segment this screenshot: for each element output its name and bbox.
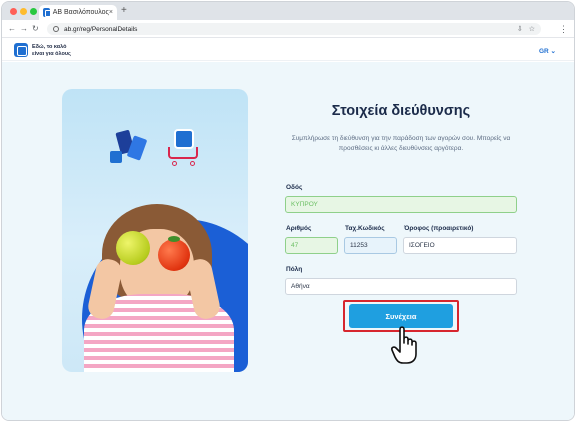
tomato-image bbox=[158, 236, 190, 271]
minimize-window-button[interactable] bbox=[20, 8, 27, 15]
tab-title: AB Βασιλόπουλος bbox=[52, 9, 109, 16]
new-tab-button[interactable]: + bbox=[121, 5, 127, 17]
download-icon[interactable]: ⇩ bbox=[517, 25, 523, 33]
floor-label: Όροφος (προαιρετικό) bbox=[404, 225, 474, 232]
tab-bar: AB Βασιλόπουλος × + bbox=[2, 2, 574, 20]
close-window-button[interactable] bbox=[10, 8, 17, 15]
zip-label: Ταχ.Κωδικός bbox=[345, 225, 385, 232]
street-field[interactable]: ΚΥΠΡΟΥ bbox=[285, 196, 517, 213]
reload-icon[interactable]: ↻ bbox=[32, 23, 39, 35]
language-selector[interactable]: GR ⌄ bbox=[539, 47, 556, 55]
hand-pointer-icon bbox=[391, 326, 417, 364]
site-info-icon[interactable] bbox=[53, 26, 59, 32]
browser-menu-icon[interactable]: ⋮ bbox=[559, 23, 568, 35]
site-favicon-icon bbox=[43, 8, 52, 17]
form-subtitle: Συμπλήρωσε τη διεύθυνση για την παράδοση… bbox=[291, 135, 511, 152]
site-tagline: Εδώ, το καλό είναι για όλους bbox=[32, 44, 92, 57]
site-header: Εδώ, το καλό είναι για όλους GR ⌄ bbox=[2, 39, 574, 61]
floor-field[interactable]: ΙΣΟΓΕΙΟ bbox=[403, 237, 517, 254]
url-text: ab.gr/reg/PersonalDetails bbox=[64, 25, 138, 33]
back-arrow-icon[interactable]: ← bbox=[8, 23, 16, 35]
cart-wheel bbox=[190, 161, 195, 166]
form-title: Στοιχεία διεύθυνσης bbox=[331, 103, 471, 119]
city-field[interactable]: Αθήνα bbox=[285, 278, 517, 295]
bookmark-star-icon[interactable]: ☆ bbox=[529, 25, 535, 33]
number-field[interactable]: 47 bbox=[285, 237, 338, 254]
ab-logo-icon[interactable] bbox=[14, 43, 28, 57]
browser-tab[interactable]: AB Βασιλόπουλος × bbox=[39, 5, 117, 20]
url-field[interactable]: ab.gr/reg/PersonalDetails ⇩ ☆ bbox=[47, 23, 541, 35]
maximize-window-button[interactable] bbox=[30, 8, 37, 15]
tab-close-icon[interactable]: × bbox=[109, 9, 113, 16]
shopping-cart-icon bbox=[166, 129, 202, 167]
cart-basket bbox=[168, 147, 198, 159]
address-bar: ← → ↻ ab.gr/reg/PersonalDetails ⇩ ☆ ⋮ bbox=[2, 20, 574, 38]
zip-field[interactable]: 11253 bbox=[344, 237, 397, 254]
tagline-line-2: είναι για όλους bbox=[32, 50, 71, 57]
cart-ab-logo-icon bbox=[174, 129, 194, 149]
forward-arrow-icon[interactable]: → bbox=[20, 23, 28, 35]
browser-window: AB Βασιλόπουλος × + ← → ↻ ab.gr/reg/Pers… bbox=[1, 1, 575, 421]
hero-illustration bbox=[62, 89, 248, 372]
page-body: Στοιχεία διεύθυνσης Συμπλήρωσε τη διεύθυ… bbox=[2, 62, 574, 420]
number-label: Αριθμός bbox=[286, 225, 312, 232]
ab-small-logo-icon bbox=[110, 151, 122, 163]
street-label: Οδός bbox=[286, 184, 303, 191]
city-label: Πόλη bbox=[286, 266, 303, 273]
apple-image bbox=[116, 231, 150, 265]
cart-wheel bbox=[172, 161, 177, 166]
